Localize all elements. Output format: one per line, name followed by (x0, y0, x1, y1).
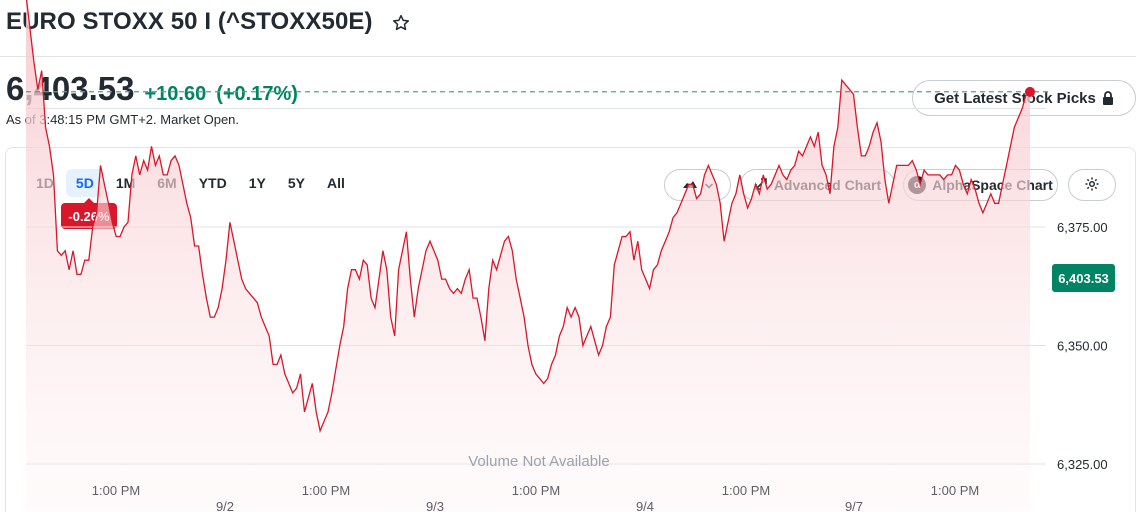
y-tick-label: 6,375.00 (1057, 220, 1108, 235)
last-price-tag: 6,403.53 (1052, 264, 1115, 292)
y-tick-label: 6,325.00 (1057, 457, 1108, 472)
volume-watermark: Volume Not Available (468, 453, 609, 470)
last-price-dot (1025, 86, 1035, 97)
y-axis-labels: 6,425.006,375.006,350.006,325.00 (1057, 220, 1108, 472)
price-area (26, 0, 1030, 512)
price-chart[interactable]: 6,425.006,375.006,350.006,325.00 1:00 PM… (0, 0, 1136, 512)
y-tick-label: 6,350.00 (1057, 339, 1108, 354)
